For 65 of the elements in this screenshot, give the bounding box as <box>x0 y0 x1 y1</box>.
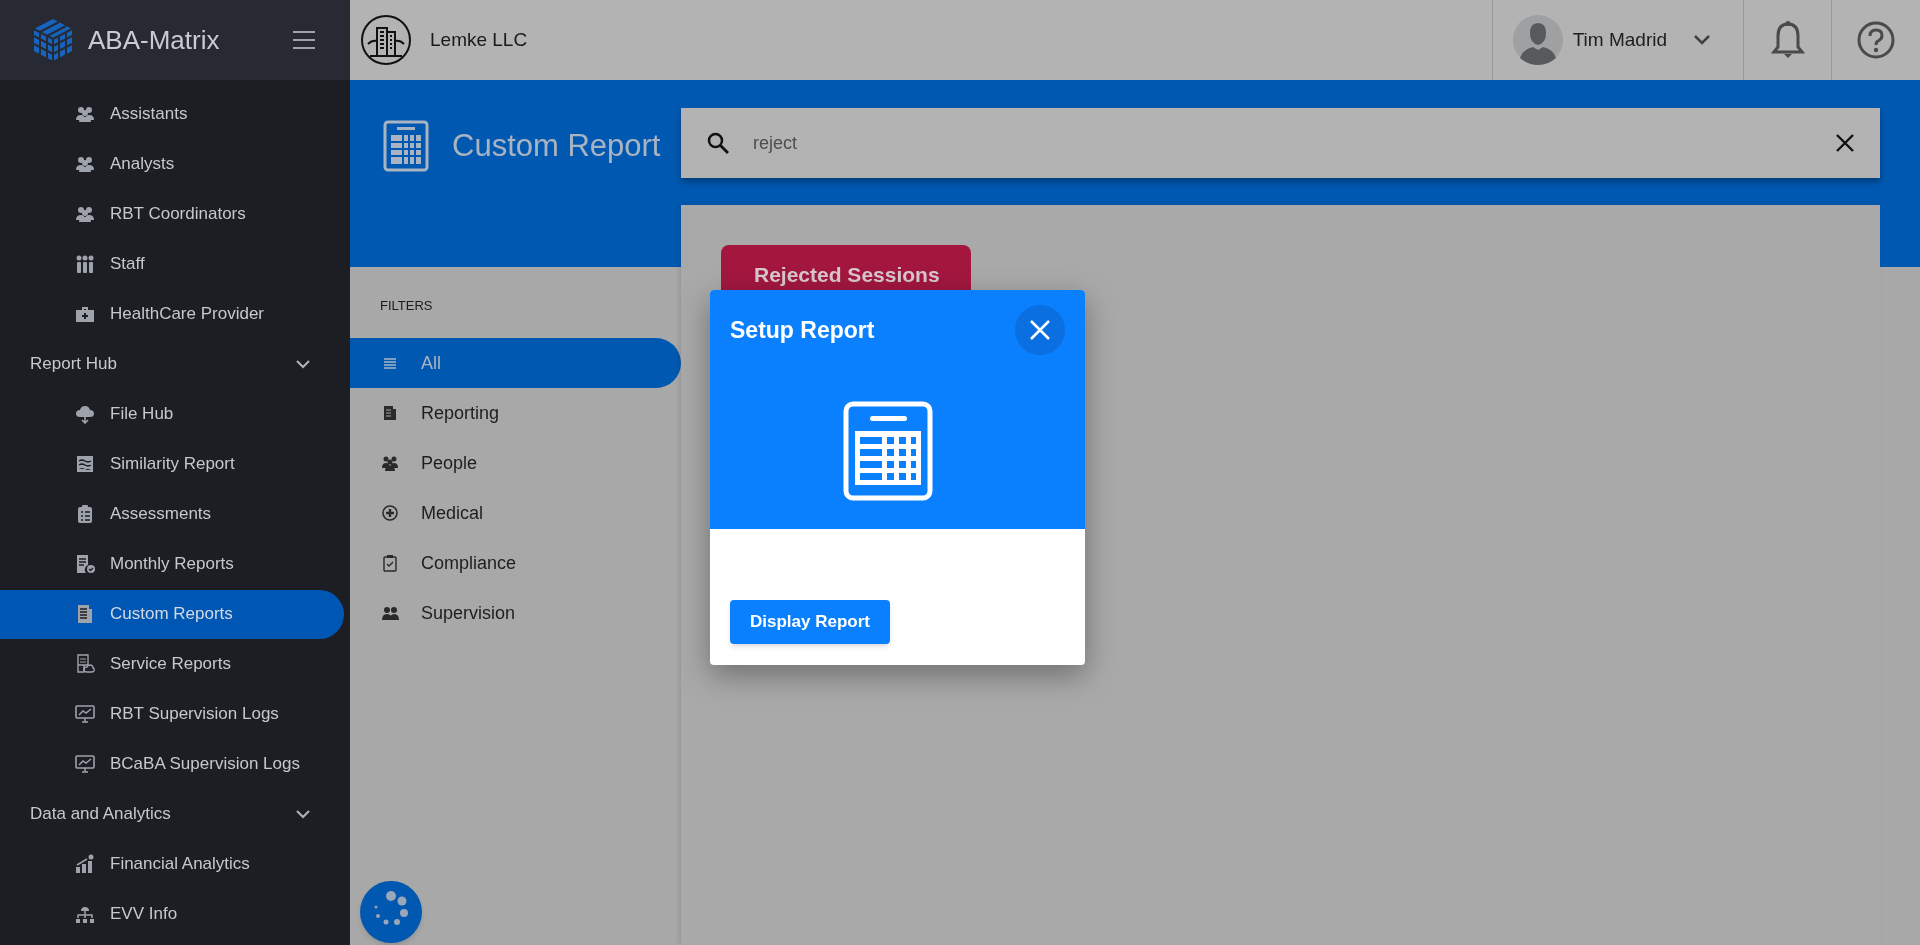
menu-icon[interactable] <box>292 30 316 50</box>
bell-icon[interactable] <box>1770 21 1805 59</box>
nav-item[interactable]: Analysts <box>0 139 344 189</box>
search-icon <box>706 131 730 155</box>
document-cloud-icon <box>75 654 95 674</box>
nav-item[interactable]: RBT Supervision Logs <box>0 689 344 739</box>
search-text: reject <box>753 131 797 155</box>
nav-item[interactable]: Assessments <box>0 489 344 539</box>
spreadsheet-icon <box>843 401 933 501</box>
nav-section[interactable]: Report Hub <box>0 339 350 389</box>
hierarchy-icon <box>75 904 95 924</box>
spreadsheet-icon <box>383 120 429 172</box>
chevron-down-icon <box>296 809 310 819</box>
monitor-chart-icon <box>75 754 95 774</box>
people-icon <box>382 454 399 472</box>
filter-item[interactable]: People <box>350 438 681 488</box>
filter-item[interactable]: Compliance <box>350 538 681 588</box>
cloud-download-icon <box>75 404 95 424</box>
search-field[interactable]: reject <box>681 108 1880 178</box>
document-icon <box>75 604 95 624</box>
nav-item[interactable]: Monthly Reports <box>0 539 344 589</box>
chevron-down-icon <box>296 359 310 369</box>
bar-chart-icon <box>75 854 95 874</box>
document-check-icon <box>75 554 95 574</box>
nav-item[interactable]: Staff <box>0 239 344 289</box>
wave-icon <box>75 454 95 474</box>
nav-item[interactable]: HealthCare Provider <box>0 289 344 339</box>
nav-section[interactable]: Data and Analytics <box>0 789 350 839</box>
close-icon[interactable] <box>1835 133 1855 153</box>
nav-item[interactable]: Similarity Report <box>0 439 344 489</box>
nav-item[interactable]: Assistants <box>0 89 344 139</box>
company-name: Lemke LLC <box>430 27 528 52</box>
nav-item[interactable]: Custom Reports <box>0 589 344 639</box>
dialog-title: Setup Report <box>730 315 875 345</box>
building-logo-icon <box>360 14 412 66</box>
display-report-button[interactable]: Display Report <box>730 600 890 644</box>
avatar-icon <box>1512 15 1563 65</box>
nav-item[interactable]: RBT Coordinators <box>0 189 344 239</box>
people-icon <box>75 204 95 224</box>
clipboard-check-icon <box>382 554 399 572</box>
medical-kit-icon <box>75 304 95 324</box>
group-icon <box>75 254 95 274</box>
nav-item[interactable]: File Hub <box>0 389 344 439</box>
nav-item[interactable]: Service Reports <box>0 639 344 689</box>
filters-heading: FILTERS <box>379 297 434 315</box>
close-icon <box>1029 319 1051 341</box>
user-name: Tim Madrid <box>1572 27 1667 52</box>
filter-item[interactable]: Reporting <box>350 388 681 438</box>
nav-item[interactable]: EVV Info <box>0 889 344 939</box>
filter-item[interactable]: Medical <box>350 488 681 538</box>
page-title: Custom Report <box>452 127 661 165</box>
document-icon <box>382 404 399 422</box>
nav-item[interactable]: BCaBA Supervision Logs <box>0 739 344 789</box>
people-icon <box>382 604 399 622</box>
brand-name: ABA-Matrix <box>88 23 220 57</box>
chevron-down-icon <box>1693 34 1711 46</box>
plus-circle-icon <box>382 504 399 522</box>
close-button[interactable] <box>1015 305 1065 355</box>
people-icon <box>75 104 95 124</box>
help-icon[interactable] <box>1857 21 1895 59</box>
nav-item[interactable]: Financial Analytics <box>0 839 344 889</box>
people-icon <box>75 154 95 174</box>
monitor-chart-icon <box>75 704 95 724</box>
filter-item[interactable]: Supervision <box>350 588 681 638</box>
clipboard-icon <box>75 504 95 524</box>
